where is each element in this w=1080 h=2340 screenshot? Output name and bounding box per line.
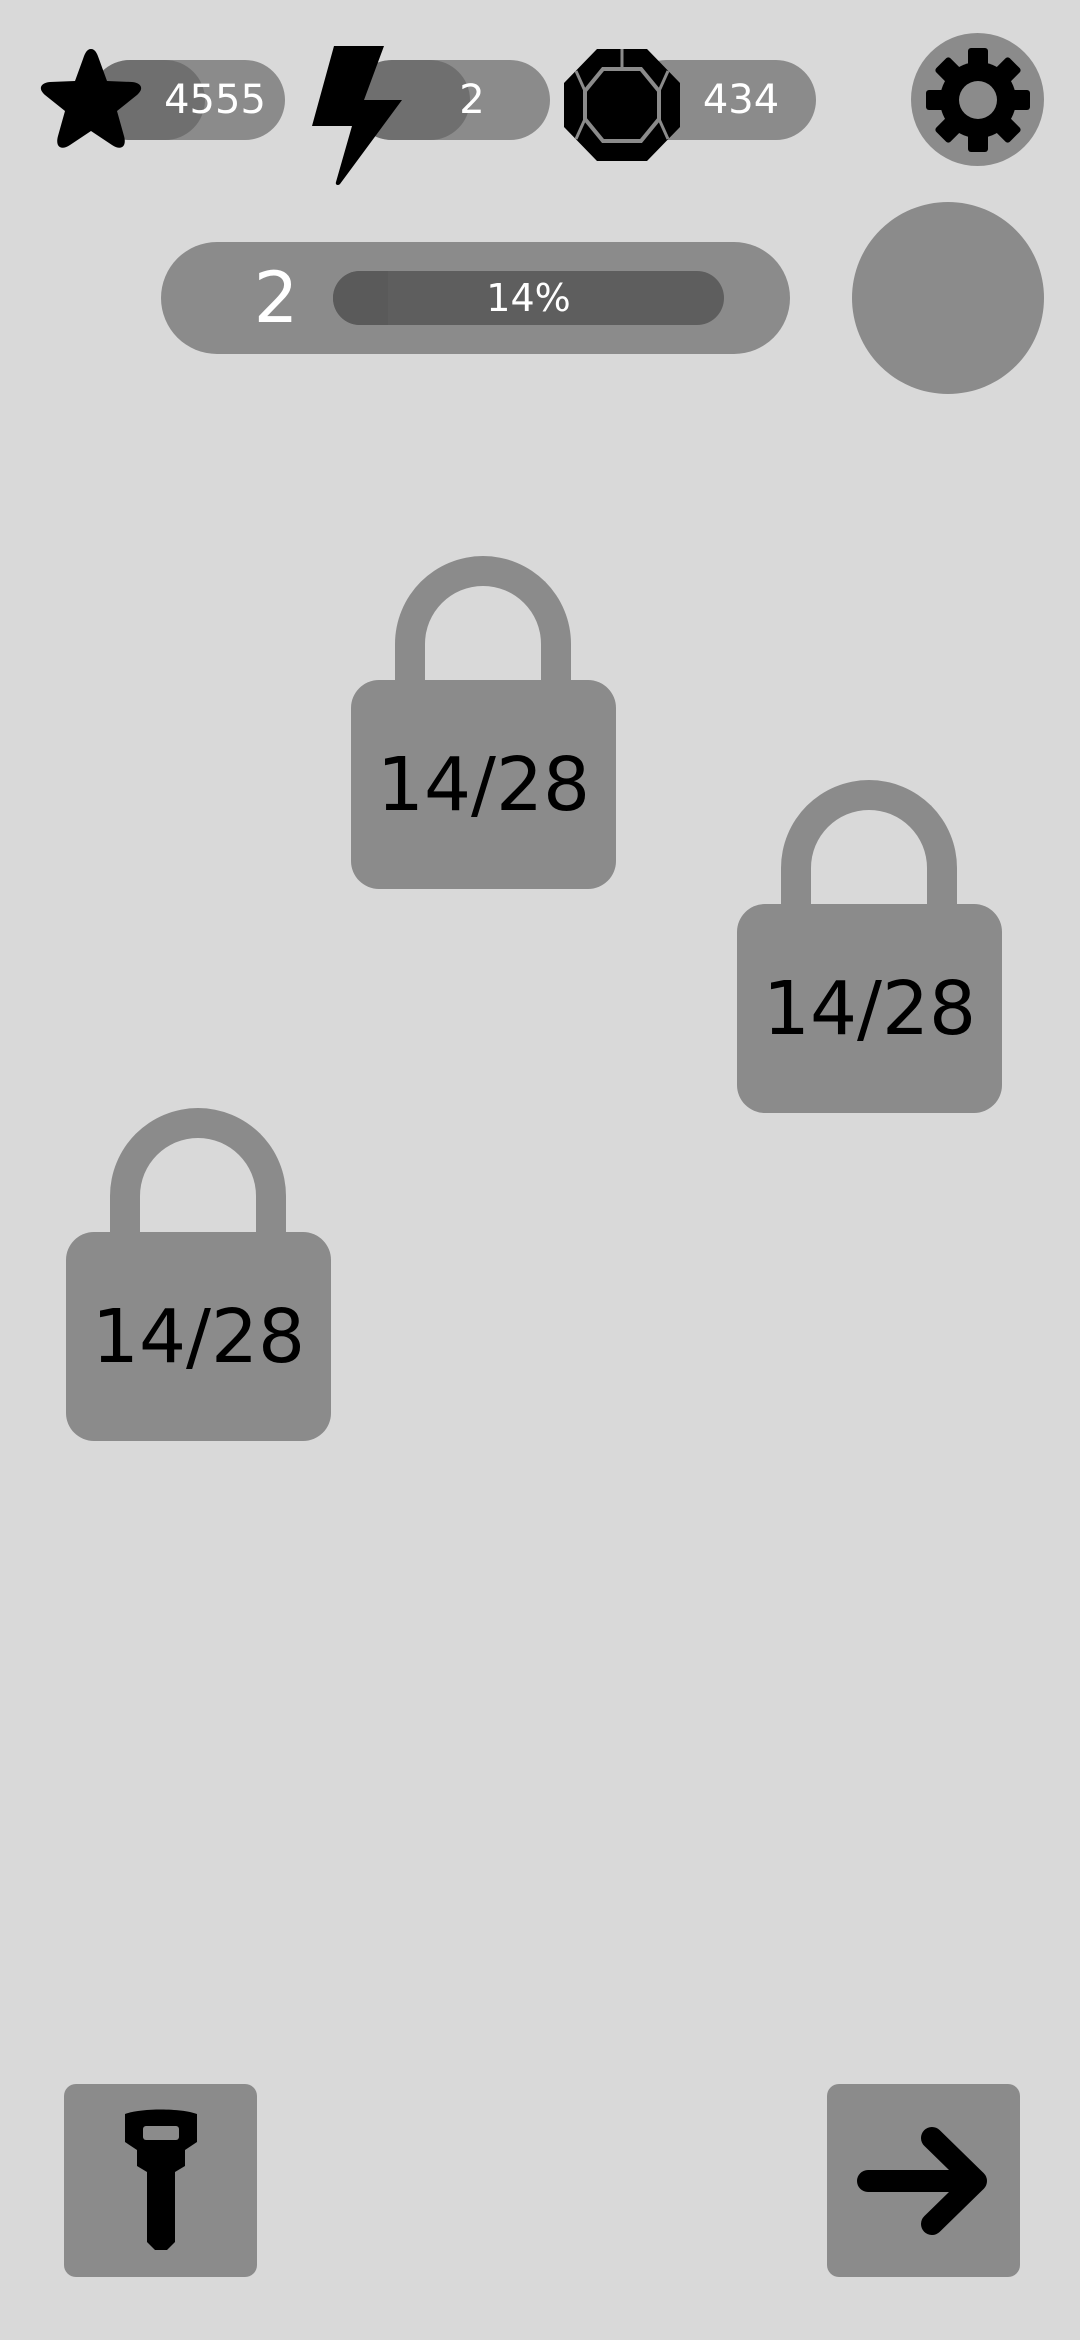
level-progress-label: 14% (486, 276, 571, 320)
gems-value: 434 (702, 77, 780, 123)
settings-button[interactable] (911, 33, 1044, 166)
key-button[interactable] (64, 2084, 257, 2277)
next-button[interactable] (827, 2084, 1020, 2277)
locked-level-2[interactable]: 14/28 (737, 780, 1002, 1113)
padlock-icon: 14/28 (66, 1232, 331, 1441)
energy-value: 2 (459, 77, 485, 123)
lightning-icon (312, 46, 402, 186)
level-progress-bar: 14% (333, 271, 724, 325)
level-number: 2 (253, 257, 299, 339)
lock-progress-label: 14/28 (376, 741, 591, 828)
stars-value: 4555 (164, 77, 266, 123)
padlock-icon: 14/28 (351, 680, 616, 889)
gear-icon (925, 47, 1030, 152)
key-icon (124, 2109, 197, 2250)
avatar[interactable] (852, 202, 1044, 394)
lock-progress-label: 14/28 (91, 1293, 306, 1380)
arrow-right-icon (856, 2126, 987, 2235)
lock-progress-label: 14/28 (762, 965, 977, 1052)
locked-level-1[interactable]: 14/28 (351, 556, 616, 889)
star-icon (40, 49, 142, 148)
padlock-icon: 14/28 (737, 904, 1002, 1113)
gem-icon (564, 49, 680, 161)
level-progress-panel: 2 14% (161, 242, 790, 354)
locked-level-3[interactable]: 14/28 (66, 1108, 331, 1441)
